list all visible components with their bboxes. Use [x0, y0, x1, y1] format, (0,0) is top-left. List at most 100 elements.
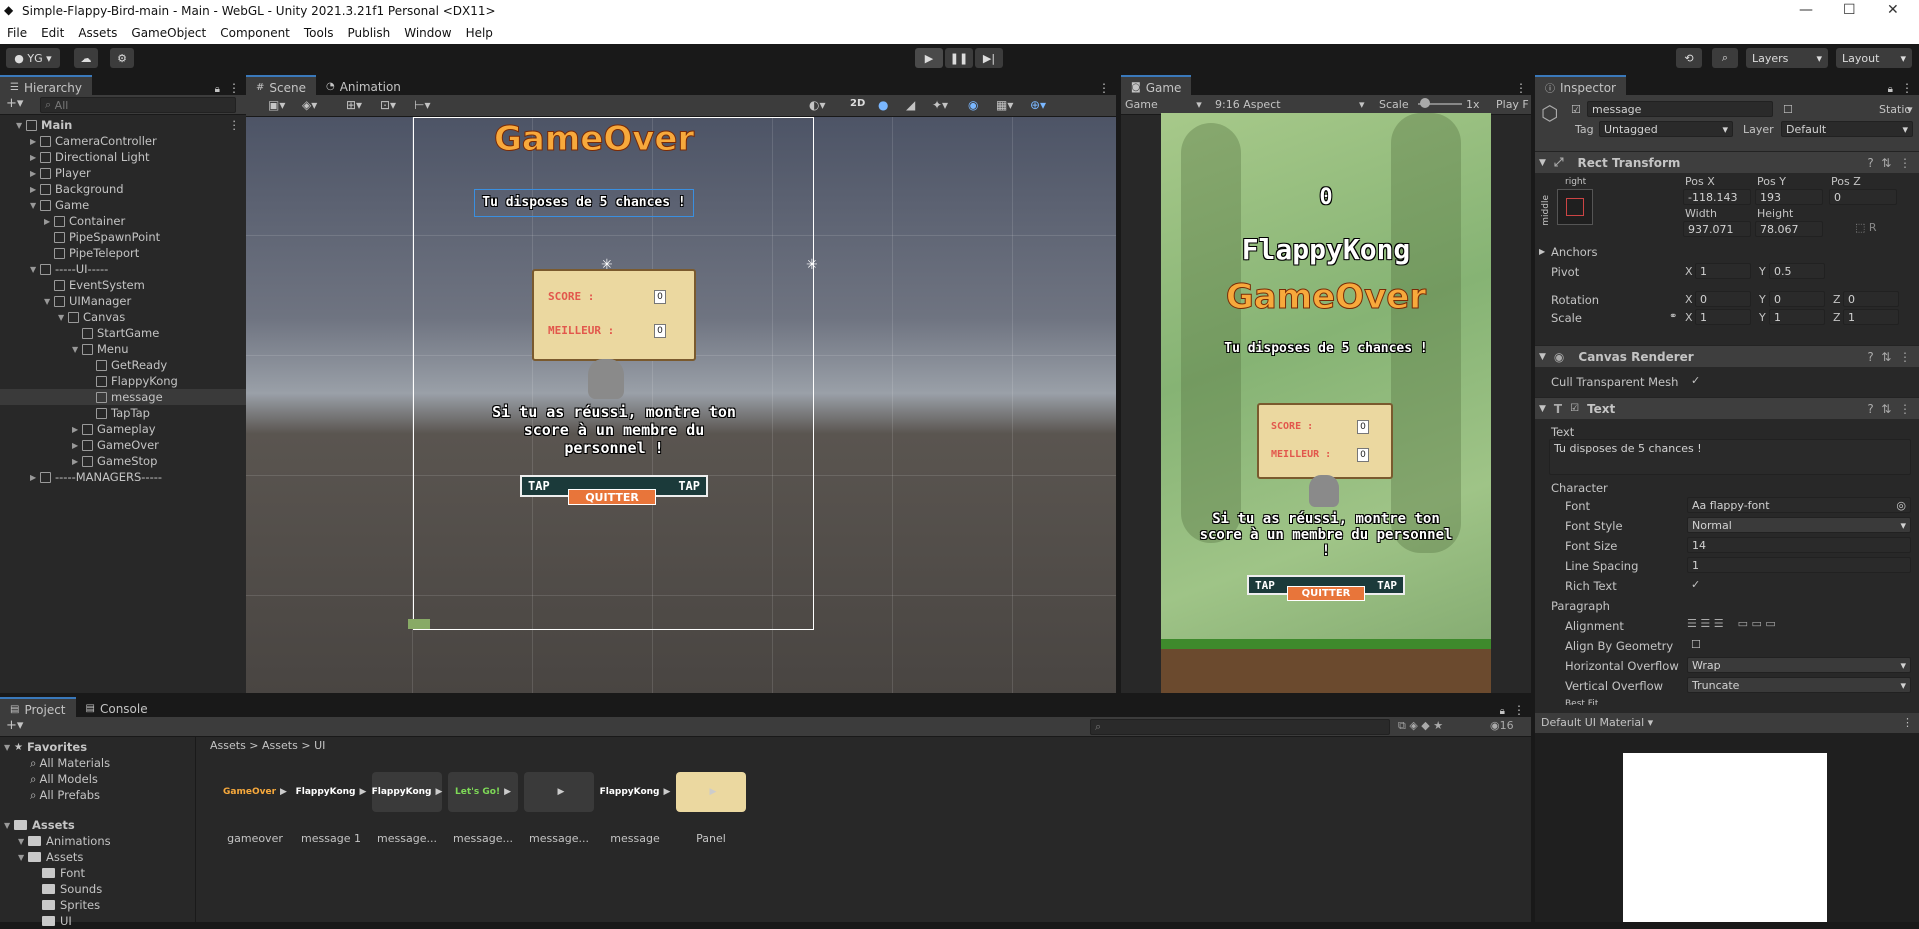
- visibility-count[interactable]: ◉16: [1490, 719, 1514, 732]
- favorite-item[interactable]: ⌕ All Materials: [0, 755, 195, 771]
- menu-component[interactable]: Component: [220, 26, 290, 40]
- asset-thumbnail[interactable]: FlappyKong ▶: [372, 772, 442, 812]
- aspect-dropdown[interactable]: 9:16 Aspect: [1215, 98, 1281, 111]
- scene-viewport[interactable]: GameOver Tu disposes de 5 chances ! ✳ ✳ …: [246, 117, 1116, 693]
- tab-project[interactable]: ▤ Project: [0, 697, 76, 717]
- chevron-down-icon[interactable]: ▾: [1907, 103, 1913, 116]
- lock-icon[interactable]: 🔒︎: [1500, 706, 1505, 717]
- effects-icon[interactable]: ✦▾: [932, 98, 948, 112]
- hierarchy-item[interactable]: TapTap: [0, 405, 246, 421]
- draw-mode-icon[interactable]: ▣▾: [268, 98, 285, 112]
- layers-dropdown[interactable]: Layers ▾: [1746, 48, 1828, 68]
- maximize-icon[interactable]: ☐: [1843, 2, 1856, 18]
- width-field[interactable]: 937.071: [1683, 221, 1751, 237]
- foldout-arrow-icon[interactable]: ▶: [72, 457, 82, 466]
- asset-thumbnail[interactable]: GameOver ▶: [220, 772, 290, 812]
- menu-file[interactable]: File: [7, 26, 27, 40]
- posy-field[interactable]: 193: [1755, 189, 1823, 205]
- asset-thumbnail[interactable]: FlappyKong ▶: [296, 772, 367, 812]
- hierarchy-item[interactable]: ▶ Background: [0, 181, 246, 197]
- cloud-icon[interactable]: ☁: [74, 48, 98, 68]
- asset-label[interactable]: Panel: [671, 832, 751, 845]
- foldout-arrow-icon[interactable]: ▼: [30, 201, 40, 210]
- favorites-header[interactable]: ▼ ★ Favorites: [0, 739, 195, 755]
- layout-dropdown[interactable]: Layout ▾: [1836, 48, 1912, 68]
- kebab-menu-icon[interactable]: ⋮: [1902, 716, 1913, 729]
- hierarchy-item[interactable]: StartGame: [0, 325, 246, 341]
- hierarchy-item[interactable]: GetReady: [0, 357, 246, 373]
- render-mode-icon[interactable]: ◈▾: [302, 98, 317, 112]
- text-enabled-checkbox[interactable]: ☑: [1570, 403, 1579, 414]
- tab-inspector[interactable]: ⓘ Inspector: [1535, 75, 1626, 95]
- asset-label[interactable]: message...: [443, 832, 523, 845]
- grid-snap-icon[interactable]: ⊡▾: [380, 98, 396, 112]
- foldout-arrow-icon[interactable]: ▶: [30, 169, 40, 178]
- folder-item[interactable]: ▼ Animations: [0, 833, 195, 849]
- kebab-menu-icon[interactable]: ⋮: [228, 81, 240, 95]
- rich-text-checkbox[interactable]: ✓: [1691, 578, 1700, 591]
- hierarchy-item[interactable]: message: [0, 389, 246, 405]
- kebab-menu-icon[interactable]: ⋮: [1098, 81, 1110, 95]
- play-focused-dropdown[interactable]: Play F: [1496, 98, 1529, 111]
- posx-field[interactable]: -118.143: [1683, 189, 1751, 205]
- foldout-arrow-icon[interactable]: ▶: [30, 137, 40, 146]
- font-style-dropdown[interactable]: Normal ▾: [1687, 517, 1911, 533]
- tab-animation[interactable]: ◔ Animation: [316, 75, 411, 95]
- folder-item[interactable]: Sounds: [0, 881, 195, 897]
- vertical-overflow-dropdown[interactable]: Truncate ▾: [1687, 677, 1911, 693]
- hierarchy-item[interactable]: FlappyKong: [0, 373, 246, 389]
- foldout-arrow-icon[interactable]: ▼: [44, 297, 54, 306]
- hierarchy-item[interactable]: ▶ Container: [0, 213, 246, 229]
- asset-thumbnail[interactable]: FlappyKong ▶: [600, 772, 671, 812]
- expand-icon[interactable]: ▶: [558, 787, 565, 797]
- height-field[interactable]: 78.067: [1755, 221, 1823, 237]
- menu-tools[interactable]: Tools: [304, 26, 334, 40]
- asset-thumbnail[interactable]: ▶: [524, 772, 594, 812]
- expand-icon[interactable]: ▶: [664, 787, 671, 797]
- font-size-field[interactable]: 14: [1687, 537, 1911, 553]
- menu-gameobject[interactable]: GameObject: [131, 26, 206, 40]
- hierarchy-item[interactable]: ▼ Canvas: [0, 309, 246, 325]
- rotation-x-field[interactable]: 0: [1695, 291, 1751, 307]
- layer-dropdown[interactable]: Default ▾: [1781, 121, 1913, 137]
- line-spacing-field[interactable]: 1: [1687, 557, 1911, 573]
- component-actions-icon[interactable]: ? ⇅ ⋮: [1867, 350, 1911, 364]
- quit-button[interactable]: QUITTER: [1287, 586, 1365, 601]
- blueprint-icon[interactable]: ⬚ R: [1855, 221, 1877, 234]
- hierarchy-item[interactable]: ▶ GameOver: [0, 437, 246, 453]
- asset-label[interactable]: message...: [367, 832, 447, 845]
- folder-item[interactable]: Font: [0, 865, 195, 881]
- lock-icon[interactable]: 🔒︎: [1888, 84, 1893, 95]
- foldout-arrow-icon[interactable]: ▼: [58, 313, 68, 322]
- hierarchy-search-input[interactable]: ⌕ All: [40, 97, 236, 113]
- menu-assets[interactable]: Assets: [78, 26, 117, 40]
- text-component-header[interactable]: ▼ T ☑ Text ? ⇅ ⋮: [1535, 397, 1919, 419]
- menu-window[interactable]: Window: [404, 26, 451, 40]
- quit-button[interactable]: QUITTER: [568, 489, 656, 505]
- scale-y-field[interactable]: 1: [1769, 309, 1825, 325]
- lock-icon[interactable]: 🔒︎: [215, 84, 220, 95]
- mode-2d-toggle[interactable]: 2D: [850, 98, 865, 109]
- expand-icon[interactable]: ▶: [280, 787, 287, 797]
- menu-publish[interactable]: Publish: [347, 26, 390, 40]
- foldout-arrow-icon[interactable]: ▼: [30, 265, 40, 274]
- component-actions-icon[interactable]: ? ⇅ ⋮: [1867, 402, 1911, 416]
- rect-transform-header[interactable]: ▼ ⤢ Rect Transform ? ⇅ ⋮: [1535, 151, 1919, 173]
- kebab-menu-icon[interactable]: ⋮: [1513, 703, 1525, 717]
- hierarchy-item[interactable]: ▼ Game: [0, 197, 246, 213]
- hidden-objects-icon[interactable]: ◉: [968, 98, 978, 112]
- hierarchy-item[interactable]: ▼ Main ⋮: [0, 117, 246, 133]
- asset-label[interactable]: gameover: [215, 832, 295, 845]
- folder-item[interactable]: Sprites: [0, 897, 195, 913]
- component-actions-icon[interactable]: ? ⇅ ⋮: [1867, 156, 1911, 170]
- static-checkbox[interactable]: ☐: [1783, 103, 1793, 116]
- foldout-arrow-icon[interactable]: ▶: [30, 473, 40, 482]
- expand-icon[interactable]: ▶: [436, 787, 443, 797]
- posz-field[interactable]: 0: [1829, 189, 1897, 205]
- foldout-arrow-icon[interactable]: ▼: [16, 121, 26, 130]
- hierarchy-item[interactable]: ▶ Player: [0, 165, 246, 181]
- text-align-buttons[interactable]: ☰ ☰ ☰ ▭ ▭ ▭: [1687, 617, 1776, 630]
- hierarchy-item[interactable]: PipeSpawnPoint: [0, 229, 246, 245]
- tab-game[interactable]: ◙ Game: [1121, 75, 1192, 95]
- favorite-item[interactable]: ⌕ All Prefabs: [0, 787, 195, 803]
